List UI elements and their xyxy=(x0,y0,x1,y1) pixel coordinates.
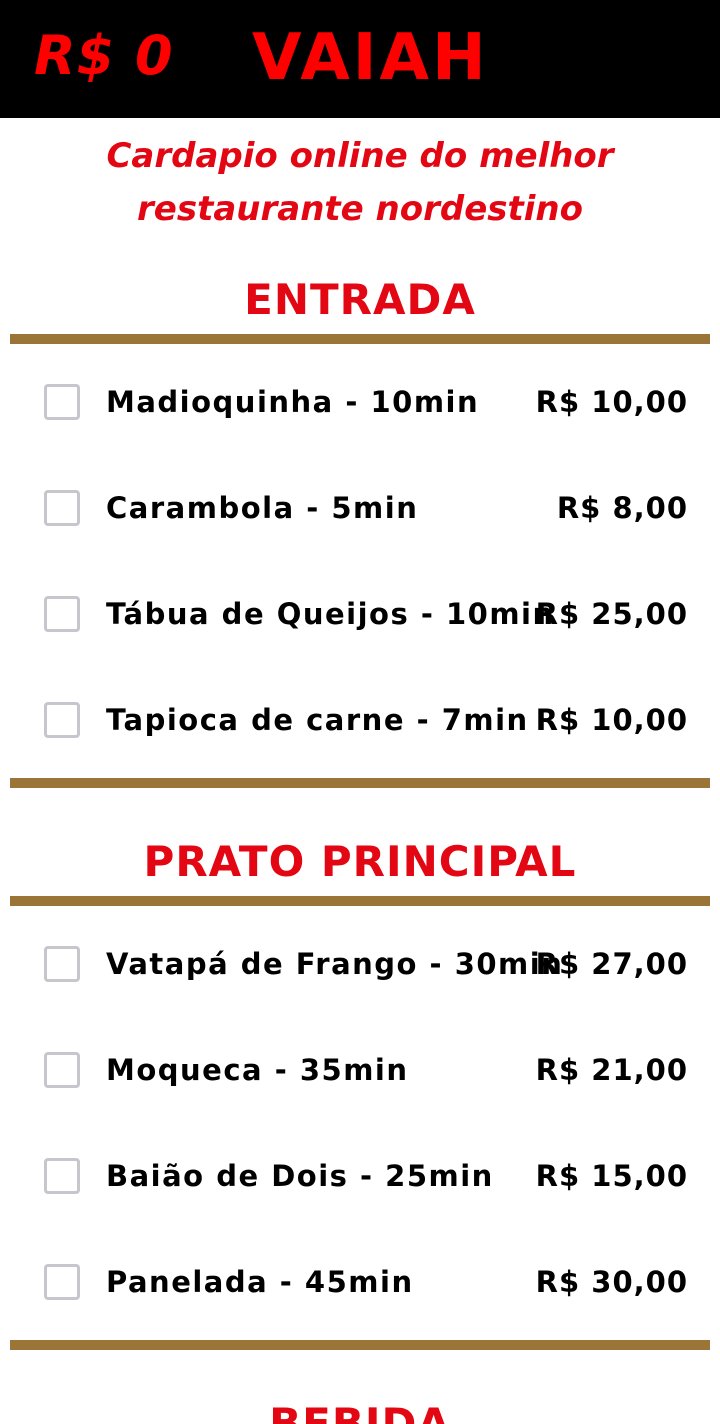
item-checkbox[interactable] xyxy=(44,702,80,738)
item-name: Vatapá de Frango - 30min xyxy=(106,947,564,981)
item-checkbox[interactable] xyxy=(44,490,80,526)
item-price: R$ 10,00 xyxy=(535,703,688,737)
section-title-entrada: ENTRADA xyxy=(244,275,476,324)
item-checkbox[interactable] xyxy=(44,1052,80,1088)
item-name: Panelada - 45min xyxy=(106,1265,414,1299)
item-price: R$ 15,00 xyxy=(535,1159,688,1193)
item-name: Carambola - 5min xyxy=(106,491,419,525)
menu-item[interactable]: Tapioca de carne - 7min R$ 10,00 xyxy=(0,690,720,750)
brand-logo: VAIAH xyxy=(252,21,489,95)
item-checkbox[interactable] xyxy=(44,1264,80,1300)
menu-item[interactable]: Vatapá de Frango - 30min R$ 27,00 xyxy=(0,934,720,994)
section-divider xyxy=(10,334,710,344)
tagline: Cardapio online do melhor restaurante no… xyxy=(106,136,614,229)
item-name: Tapioca de carne - 7min xyxy=(106,703,529,737)
section-title-bebida: BEBIDA xyxy=(269,1399,451,1424)
item-checkbox[interactable] xyxy=(44,596,80,632)
item-checkbox[interactable] xyxy=(44,946,80,982)
item-price: R$ 10,00 xyxy=(535,385,688,419)
menu-item[interactable]: Tábua de Queijos - 10min R$ 25,00 xyxy=(0,584,720,644)
app-header: R$ 0 VAIAH xyxy=(0,0,720,118)
section-divider xyxy=(10,896,710,906)
item-price: R$ 27,00 xyxy=(535,947,688,981)
item-name: Baião de Dois - 25min xyxy=(106,1159,494,1193)
item-price: R$ 30,00 xyxy=(535,1265,688,1299)
section-divider xyxy=(10,1340,710,1350)
item-checkbox[interactable] xyxy=(44,384,80,420)
menu-item[interactable]: Moqueca - 35min R$ 21,00 xyxy=(0,1040,720,1100)
item-name: Tábua de Queijos - 10min xyxy=(106,597,555,631)
item-checkbox[interactable] xyxy=(44,1158,80,1194)
menu-item[interactable]: Panelada - 45min R$ 30,00 xyxy=(0,1252,720,1312)
item-price: R$ 21,00 xyxy=(535,1053,688,1087)
cart-total[interactable]: R$ 0 xyxy=(34,24,174,88)
section-title-prato-principal: PRATO PRINCIPAL xyxy=(143,837,577,886)
section-divider xyxy=(10,778,710,788)
item-price: R$ 25,00 xyxy=(535,597,688,631)
menu-item[interactable]: Carambola - 5min R$ 8,00 xyxy=(0,478,720,538)
menu-item[interactable]: Baião de Dois - 25min R$ 15,00 xyxy=(0,1146,720,1206)
item-name: Moqueca - 35min xyxy=(106,1053,409,1087)
item-name: Madioquinha - 10min xyxy=(106,385,480,419)
item-price: R$ 8,00 xyxy=(556,491,688,525)
menu-item[interactable]: Madioquinha - 10min R$ 10,00 xyxy=(0,372,720,432)
